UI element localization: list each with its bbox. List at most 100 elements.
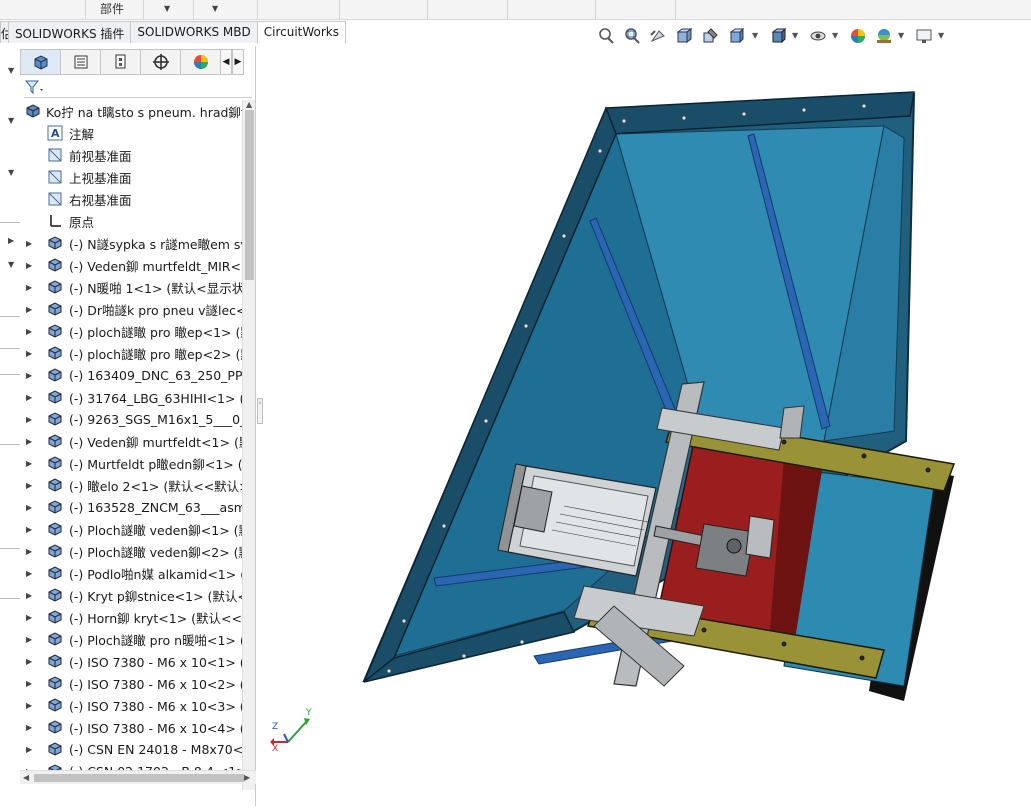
- expand-arrow-icon[interactable]: ▶: [26, 261, 32, 270]
- chevron-down-icon[interactable]: ▼: [164, 4, 170, 13]
- view-orientation-icon[interactable]: [726, 26, 746, 46]
- chevron-down-icon[interactable]: ▼: [8, 168, 14, 177]
- displaymanager-icon[interactable]: [180, 49, 220, 75]
- tree-item[interactable]: 上视基准面: [20, 166, 242, 188]
- scroll-up-icon[interactable]: ▲: [246, 100, 252, 109]
- expand-arrow-icon[interactable]: ▶: [26, 437, 32, 446]
- propertymanager-icon[interactable]: [60, 49, 100, 75]
- tree-filter[interactable]: [24, 78, 252, 98]
- tree-item[interactable]: ▶ (-) ISO 7380 - M6 x 10<1> (默: [20, 650, 242, 672]
- ribbon-cell[interactable]: [258, 0, 340, 20]
- chevron-down-icon[interactable]: ▼: [8, 260, 14, 269]
- tree-item[interactable]: ▶ (-) Veden鉚 murtfeldt_MIR<1>: [20, 254, 242, 276]
- ribbon-cell-assembly[interactable]: 部件: [86, 0, 144, 20]
- assembly-model[interactable]: [264, 46, 1031, 806]
- tree-item[interactable]: ▶ (-) Veden鉚 murtfeldt<1> (默认: [20, 430, 242, 452]
- expand-arrow-icon[interactable]: ▶: [26, 657, 32, 666]
- ribbon-cell[interactable]: [0, 0, 86, 20]
- ribbon-cell[interactable]: [596, 0, 676, 20]
- expand-arrow-icon[interactable]: ▶: [26, 283, 32, 292]
- configurationmanager-icon[interactable]: [100, 49, 140, 75]
- tab-solidworks-addins[interactable]: SOLIDWORKS 插件: [7, 21, 132, 43]
- tree-item[interactable]: 原点: [20, 210, 242, 232]
- expand-arrow-icon[interactable]: ▶: [26, 569, 32, 578]
- chevron-down-icon[interactable]: ▼: [792, 31, 798, 40]
- tree-item[interactable]: ▶ (-) Podlo啪n媒 alkamid<1> (默: [20, 562, 242, 584]
- tree-item[interactable]: 前视基准面: [20, 144, 242, 166]
- ribbon-cell[interactable]: [508, 0, 596, 20]
- expand-arrow-icon[interactable]: ▶: [26, 547, 32, 556]
- tree-horizontal-scrollbar[interactable]: ◀ ▶: [20, 770, 256, 784]
- expand-arrow-icon[interactable]: ▶: [26, 679, 32, 688]
- panel-splitter[interactable]: ‹: [256, 46, 264, 806]
- expand-arrow-icon[interactable]: ▶: [26, 525, 32, 534]
- tree-item[interactable]: ▶ (-) Ploch譢瞮 veden鉚<1> (默认: [20, 518, 242, 540]
- ribbon-cell[interactable]: ▼: [194, 0, 258, 20]
- expand-arrow-icon[interactable]: ▶: [26, 393, 32, 402]
- expand-arrow-icon[interactable]: ▶: [26, 327, 32, 336]
- tree-item[interactable]: ▶ (-) 163528_ZNCM_63___asm_H: [20, 496, 242, 518]
- expand-arrow-icon[interactable]: ▶: [26, 591, 32, 600]
- tree-item[interactable]: ▶ (-) 31764_LBG_63HIHI<1> (默认: [20, 386, 242, 408]
- ribbon-cell[interactable]: [340, 0, 428, 20]
- tree-item[interactable]: ▶ (-) CSN EN 24018 - M8x70<1:: [20, 738, 242, 760]
- tree-item[interactable]: A 注解: [20, 122, 242, 144]
- tree-item[interactable]: ▶ (-) Horn鉚 kryt<1> (默认<<默: [20, 606, 242, 628]
- filter-icon[interactable]: [24, 78, 46, 96]
- expand-arrow-icon[interactable]: ▶: [26, 459, 32, 468]
- chevron-right-icon[interactable]: ▶: [8, 236, 14, 245]
- tree-item[interactable]: ▶ (-) Ploch譢瞮 pro n暖啪<1> (默: [20, 628, 242, 650]
- expand-arrow-icon[interactable]: ▶: [26, 635, 32, 644]
- expand-arrow-icon[interactable]: ▶: [26, 349, 32, 358]
- display-style-icon[interactable]: [768, 26, 788, 46]
- edit-appearance-icon[interactable]: [848, 26, 868, 46]
- expand-arrow-icon[interactable]: ▶: [26, 305, 32, 314]
- tree-item[interactable]: ▶ (-) 163409_DNC_63_250_PPV_A: [20, 364, 242, 386]
- chevron-down-icon[interactable]: ▼: [8, 116, 14, 125]
- tree-item[interactable]: ▶ (-) N譢sypka s r譢me瞮em sva: [20, 232, 242, 254]
- view-settings-icon[interactable]: [914, 26, 934, 46]
- ribbon-cell[interactable]: ▼: [144, 0, 194, 20]
- hide-show-icon[interactable]: [808, 26, 828, 46]
- tree-item[interactable]: ▶ (-) ploch譢瞮 pro 瞮ep<2> (默认: [20, 342, 242, 364]
- tree-item[interactable]: 右视基准面: [20, 188, 242, 210]
- scrollbar-thumb[interactable]: [245, 110, 254, 280]
- chevron-down-icon[interactable]: ▼: [752, 31, 758, 40]
- chevron-down-icon[interactable]: ▼: [832, 31, 838, 40]
- panel-tab-scroll-right-icon[interactable]: ▶: [232, 49, 244, 75]
- expand-arrow-icon[interactable]: ▶: [26, 481, 32, 490]
- featuremanager-icon[interactable]: [20, 49, 60, 75]
- dimxpert-icon[interactable]: [140, 49, 180, 75]
- expand-arrow-icon[interactable]: ▶: [26, 701, 32, 710]
- tree-item[interactable]: ▶ (-) ploch譢瞮 pro 瞮ep<1> (默认: [20, 320, 242, 342]
- tree-item[interactable]: ▶ (-) 瞮elo 2<1> (默认<<默认>_显: [20, 474, 242, 496]
- chevron-down-icon[interactable]: ▼: [212, 4, 218, 13]
- ribbon-cell[interactable]: [428, 0, 508, 20]
- scrollbar-thumb[interactable]: [34, 774, 244, 782]
- tree-item[interactable]: ▶ (-) N暖啪 1<1> (默认<显示状态: [20, 276, 242, 298]
- scroll-right-icon[interactable]: ▶: [244, 773, 250, 782]
- previous-view-icon[interactable]: [648, 26, 668, 46]
- scroll-left-icon[interactable]: ◀: [23, 773, 29, 782]
- collapse-panel-handle[interactable]: ‹: [257, 398, 263, 424]
- expand-arrow-icon[interactable]: ▶: [26, 371, 32, 380]
- tree-item[interactable]: ▶ (-) ISO 7380 - M6 x 10<4> (默: [20, 716, 242, 738]
- apply-scene-icon[interactable]: [874, 26, 894, 46]
- tree-item[interactable]: ▶ (-) Kryt p鉚stnice<1> (默认<<: [20, 584, 242, 606]
- expand-arrow-icon[interactable]: ▶: [26, 613, 32, 622]
- zoom-to-area-icon[interactable]: [622, 26, 642, 46]
- graphics-viewport[interactable]: [264, 46, 1031, 806]
- tab-solidworks-mbd[interactable]: SOLIDWORKS MBD: [130, 21, 258, 43]
- tree-item[interactable]: ▶ (-) 9263_SGS_M16x1_5___0_0_: [20, 408, 242, 430]
- chevron-down-icon[interactable]: ▼: [8, 66, 14, 75]
- expand-arrow-icon[interactable]: ▶: [26, 745, 32, 754]
- chevron-down-icon[interactable]: ▼: [938, 31, 944, 40]
- expand-arrow-icon[interactable]: ▶: [26, 239, 32, 248]
- tab-circuitworks[interactable]: CircuitWorks: [256, 21, 346, 43]
- chevron-down-icon[interactable]: ▼: [898, 31, 904, 40]
- expand-arrow-icon[interactable]: ▶: [26, 415, 32, 424]
- tree-item[interactable]: ▶ (-) ISO 7380 - M6 x 10<3> (默: [20, 694, 242, 716]
- panel-tab-scroll-left-icon[interactable]: ◀: [220, 49, 232, 75]
- tree-item[interactable]: ▶ (-) Dr啪譢k pro pneu v譢lec<1: [20, 298, 242, 320]
- dynamic-annotation-icon[interactable]: [700, 26, 720, 46]
